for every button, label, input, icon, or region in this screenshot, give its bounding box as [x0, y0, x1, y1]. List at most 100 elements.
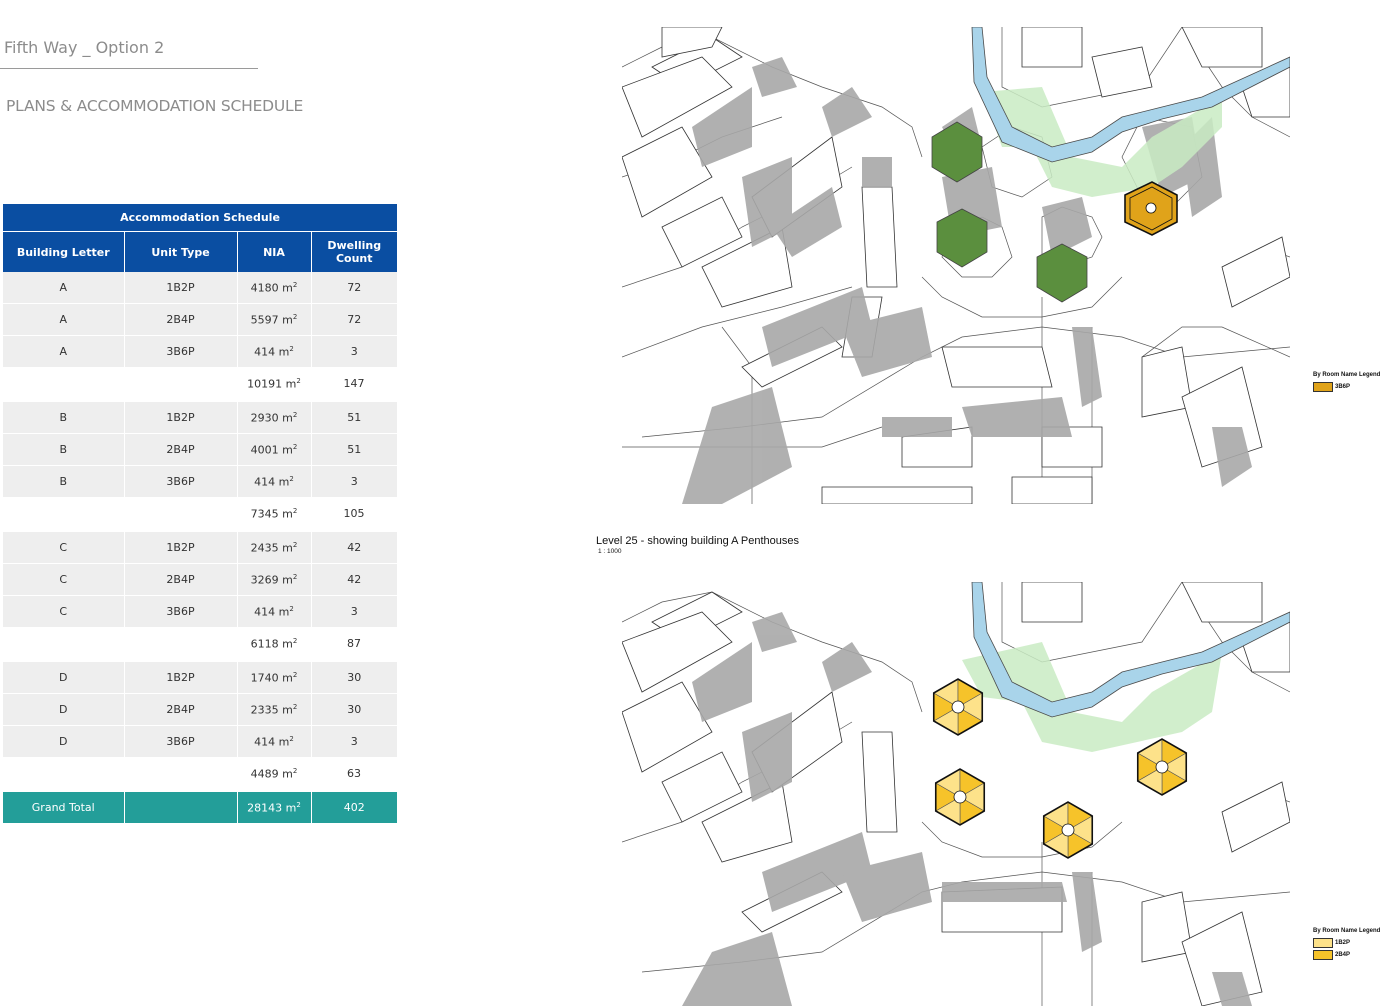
column-header: Building Letter — [3, 231, 125, 272]
building-letter-cell: D — [3, 662, 125, 694]
nia-cell: 414 m2 — [237, 465, 312, 498]
building-letter-cell: A — [3, 272, 125, 304]
dwelling-count-cell: 72 — [311, 303, 397, 336]
accommodation-schedule-table: Accommodation Schedule Building Letter Uni… — [3, 204, 397, 823]
area-exponent: 2 — [296, 376, 301, 385]
unit-type-cell: 2B4P — [124, 693, 238, 726]
subtotal-nia: 6118 m2 — [237, 627, 311, 659]
grand-total-count: 402 — [311, 792, 397, 823]
subtotal-count: 87 — [311, 627, 397, 659]
area-exponent: 2 — [292, 506, 298, 515]
dwelling-count-cell: 51 — [311, 402, 397, 434]
subtotal-nia: 7345 m2 — [237, 497, 311, 529]
area-exponent: 2 — [289, 474, 294, 483]
subtotal-empty — [3, 757, 124, 789]
subtotal-empty — [124, 627, 237, 659]
building-letter-cell: C — [3, 563, 125, 596]
tower-core — [951, 700, 965, 714]
nia-cell: 4001 m2 — [237, 433, 312, 466]
legend-bottom-item: 2B4P — [1313, 950, 1380, 960]
table-row: D 3B6P 414 m2 3 — [3, 725, 397, 758]
schedule-title: Accommodation Schedule — [3, 204, 397, 232]
legend-top: By Room Name Legend 3B6P — [1313, 372, 1380, 394]
grand-total-empty — [124, 792, 238, 823]
table-row: A 3B6P 414 m2 3 — [3, 335, 397, 368]
column-header: Unit Type — [124, 231, 238, 272]
area-exponent: 2 — [292, 540, 298, 549]
building-letter-cell: D — [3, 725, 125, 758]
unit-type-cell: 1B2P — [124, 532, 238, 564]
tower-core — [1061, 823, 1075, 837]
nia-cell: 2335 m2 — [237, 693, 312, 726]
legend-bottom: By Room Name Legend 1B2P 2B4P — [1313, 928, 1380, 962]
legend-label: 3B6P — [1335, 384, 1351, 390]
subtotal-empty — [3, 497, 124, 529]
dwelling-count-cell: 42 — [311, 532, 397, 564]
nia-cell: 4180 m2 — [237, 272, 312, 304]
subtotal-row: 4489 m2 63 — [3, 757, 397, 789]
subtotal-empty — [124, 367, 237, 399]
plan-caption: Level 25 - showing building A Penthouses — [596, 535, 800, 547]
title-divider — [0, 68, 258, 69]
dwelling-count-cell: 30 — [311, 662, 397, 694]
building-letter-cell: A — [3, 335, 125, 368]
unit-type-cell: 3B6P — [124, 465, 238, 498]
dwelling-count-cell: 51 — [311, 433, 397, 466]
subtotal-row: 7345 m2 105 — [3, 497, 397, 529]
subtotal-count: 105 — [311, 497, 397, 529]
subtotal-empty — [3, 627, 124, 659]
legend-top-title: By Room Name Legend — [1313, 372, 1381, 378]
area-exponent: 2 — [289, 344, 294, 353]
legend-swatch — [1313, 382, 1333, 392]
column-header: NIA — [237, 231, 312, 272]
area-exponent: 2 — [296, 800, 301, 809]
building-letter-cell: D — [3, 693, 125, 726]
tower-core — [953, 790, 967, 804]
subtotal-empty — [3, 367, 124, 399]
building-letter-cell: B — [3, 465, 125, 498]
nia-cell: 5597 m2 — [237, 303, 312, 336]
area-exponent: 2 — [292, 766, 298, 775]
area-exponent: 2 — [292, 442, 298, 451]
area-exponent: 2 — [289, 604, 294, 613]
dwelling-count-cell: 3 — [311, 595, 397, 628]
table-row: B 2B4P 4001 m2 51 — [3, 433, 397, 466]
table-row: A 2B4P 5597 m2 72 — [3, 303, 397, 336]
nia-cell: 2930 m2 — [237, 402, 312, 434]
table-row: A 1B2P 4180 m2 72 — [3, 272, 397, 304]
nia-cell: 3269 m2 — [237, 563, 312, 596]
legend-bottom-title: By Room Name Legend — [1313, 928, 1381, 934]
dwelling-count-cell: 72 — [311, 272, 397, 304]
grand-total-nia: 28143 m2 — [237, 792, 312, 823]
nia-cell: 414 m2 — [237, 335, 312, 368]
building-letter-cell: C — [3, 595, 125, 628]
table-row: D 2B4P 2335 m2 30 — [3, 693, 397, 726]
section-heading: PLANS & ACCOMMODATION SCHEDULE — [6, 97, 304, 115]
plan-scale: 1 : 1000 — [598, 548, 622, 555]
nia-cell: 1740 m2 — [237, 662, 312, 694]
site-plan-drawing — [622, 27, 1290, 504]
subtotal-row: 10191 m2 147 — [3, 367, 397, 399]
unit-type-cell: 3B6P — [124, 335, 238, 368]
subtotal-nia: 4489 m2 — [237, 757, 311, 789]
subtotal-empty — [124, 757, 237, 789]
building-letter-cell: C — [3, 532, 125, 564]
nia-cell: 414 m2 — [237, 595, 312, 628]
legend-label: 1B2P — [1335, 940, 1351, 946]
legend-swatch — [1313, 950, 1333, 960]
nia-cell: 414 m2 — [237, 725, 312, 758]
table-row: D 1B2P 1740 m2 30 — [3, 662, 397, 694]
building-letter-cell: B — [3, 402, 125, 434]
dwelling-count-cell: 42 — [311, 563, 397, 596]
area-exponent: 2 — [292, 572, 298, 581]
area-exponent: 2 — [289, 734, 294, 743]
unit-type-cell: 1B2P — [124, 662, 238, 694]
legend-label: 2B4P — [1335, 952, 1351, 958]
column-header: Dwelling Count — [311, 231, 397, 272]
dwelling-count-cell: 30 — [311, 693, 397, 726]
dwelling-count-cell: 3 — [311, 465, 397, 498]
unit-type-cell: 2B4P — [124, 303, 238, 336]
table-row: B 3B6P 414 m2 3 — [3, 465, 397, 498]
table-row: C 2B4P 3269 m2 42 — [3, 563, 397, 596]
table-row: C 3B6P 414 m2 3 — [3, 595, 397, 628]
